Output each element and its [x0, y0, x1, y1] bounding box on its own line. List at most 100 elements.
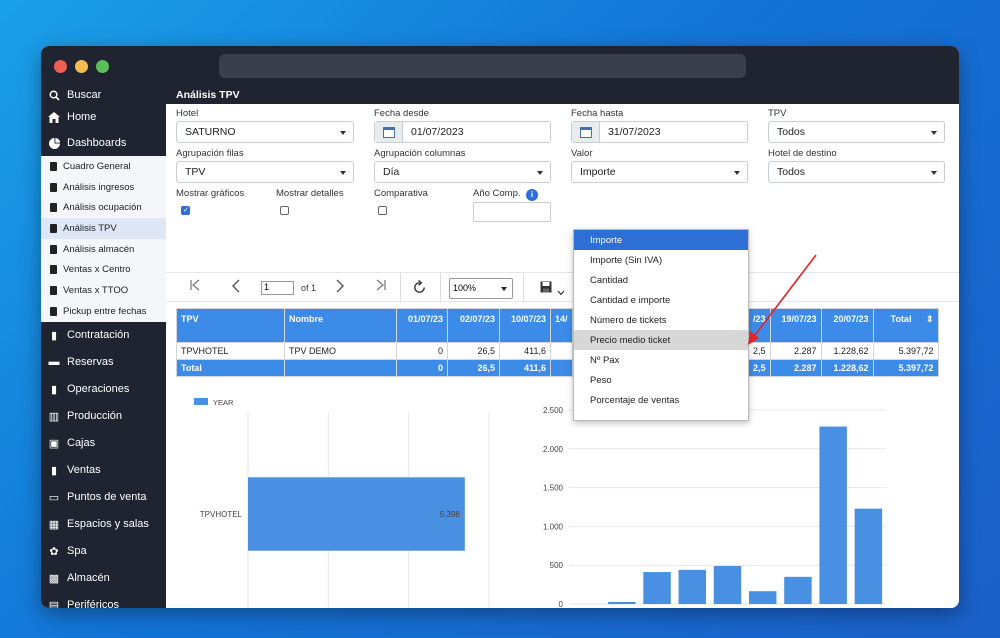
- dropdown-option-importe[interactable]: Importe: [574, 230, 748, 250]
- sidebar-subitem-label: Cuadro General: [63, 160, 131, 172]
- table-header[interactable]: TPV: [176, 308, 285, 343]
- valor-dropdown-menu: Importe Importe (Sin IVA) Cantidad Canti…: [573, 229, 749, 421]
- cell-nombre: TPV DEMO: [284, 342, 397, 360]
- next-page-icon[interactable]: [336, 279, 344, 296]
- calendar-icon[interactable]: [375, 122, 403, 142]
- y-tick-label: 1.500: [543, 484, 564, 493]
- sidebar-item-contratacion[interactable]: ▮ Contratación: [41, 322, 166, 349]
- table-header[interactable]: 10/07/23: [499, 308, 551, 343]
- sidebar-subitem-analisis-almacen[interactable]: Análisis almacén: [41, 239, 166, 260]
- toolbar-divider: [400, 273, 401, 303]
- sidebar-item-home[interactable]: Home: [41, 104, 166, 130]
- fecha-desde-input[interactable]: 01/07/2023: [374, 121, 551, 143]
- hotel-destino-select[interactable]: Todos: [768, 161, 945, 183]
- data-label: 5.398: [440, 510, 461, 519]
- dropdown-option-peso[interactable]: Peso: [574, 370, 748, 390]
- dropdown-option-n-pax[interactable]: Nº Pax: [574, 350, 748, 370]
- clipboard-icon: ▮: [50, 383, 58, 396]
- sidebar-item-espacios-salas[interactable]: ▦ Espacios y salas: [41, 511, 166, 538]
- sidebar-item-label: Cajas: [67, 437, 96, 449]
- mostrar-graficos-checkbox[interactable]: [181, 206, 190, 215]
- bar: [678, 569, 707, 604]
- chevron-down-icon: [340, 131, 346, 135]
- prev-page-icon[interactable]: [232, 279, 240, 296]
- legend-label: YEAR: [213, 398, 234, 407]
- sidebar-subitem-pickup[interactable]: Pickup entre fechas: [41, 301, 166, 322]
- maximize-window-button[interactable]: [96, 60, 109, 73]
- sidebar-item-spa[interactable]: ✿ Spa: [41, 538, 166, 565]
- zoom-select[interactable]: 100%: [449, 278, 513, 299]
- sidebar-subitem-ventas-ttoo[interactable]: Ventas x TTOO: [41, 280, 166, 301]
- hotel-select[interactable]: SATURNO: [176, 121, 354, 143]
- sidebar-subitem-analisis-ocupacion[interactable]: Análisis ocupación: [41, 197, 166, 218]
- cell-tpv: TPVHOTEL: [176, 342, 285, 360]
- info-icon[interactable]: i: [526, 189, 538, 201]
- anio-comp-input[interactable]: [473, 202, 551, 222]
- sidebar-subitem-cuadro-general[interactable]: Cuadro General: [41, 156, 166, 177]
- dropdown-option-cantidad-importe[interactable]: Cantidad e importe: [574, 290, 748, 310]
- minimize-window-button[interactable]: [75, 60, 88, 73]
- cash-icon: ▣: [48, 437, 60, 450]
- page-number-input[interactable]: 1: [261, 281, 294, 295]
- sidebar-item-label: Espacios y salas: [67, 518, 149, 530]
- cell-value: 2.287: [769, 359, 822, 377]
- sidebar-subitem-label: Ventas x TTOO: [63, 284, 129, 296]
- document-icon: [49, 223, 57, 233]
- dropdown-option-precio-medio-ticket[interactable]: Precio medio ticket: [574, 330, 748, 350]
- sidebar-item-reservas[interactable]: ▬ Reservas: [41, 349, 166, 376]
- sidebar-subitem-analisis-ingresos[interactable]: Análisis ingresos: [41, 177, 166, 198]
- agrup-filas-select[interactable]: TPV: [176, 161, 354, 183]
- sidebar-item-almacen[interactable]: ▩ Almacén: [41, 565, 166, 592]
- address-bar[interactable]: [219, 54, 746, 78]
- table-header[interactable]: 01/07/23: [396, 308, 448, 343]
- dropdown-option-cantidad[interactable]: Cantidad: [574, 270, 748, 290]
- calendar-icon[interactable]: [572, 122, 600, 142]
- agrup-columnas-label: Agrupación columnas: [374, 148, 466, 159]
- first-page-icon[interactable]: [190, 279, 200, 294]
- sidebar-item-cajas[interactable]: ▣ Cajas: [41, 430, 166, 457]
- sidebar-search[interactable]: Buscar: [41, 86, 166, 104]
- table-header-total[interactable]: Total ⇕: [872, 308, 939, 343]
- bar: [643, 572, 671, 604]
- sidebar-item-operaciones[interactable]: ▮ Operaciones: [41, 376, 166, 403]
- zoom-value: 100%: [453, 283, 477, 293]
- valor-select[interactable]: Importe: [571, 161, 748, 183]
- sidebar-item-dashboards[interactable]: Dashboards: [41, 130, 166, 156]
- cell-value: [550, 359, 573, 377]
- chevron-down-icon[interactable]: [557, 284, 565, 299]
- cell-value: 0: [396, 359, 448, 377]
- sidebar-item-puntos-venta[interactable]: ▭ Puntos de venta: [41, 484, 166, 511]
- agrup-columnas-select[interactable]: Día: [374, 161, 551, 183]
- dropdown-option-numero-tickets[interactable]: Número de tickets: [574, 310, 748, 330]
- sidebar-subitem-label: Pickup entre fechas: [63, 305, 147, 317]
- sort-icon[interactable]: ⇕: [926, 314, 934, 324]
- table-header[interactable]: Nombre: [284, 308, 397, 343]
- tpv-select[interactable]: Todos: [768, 121, 945, 143]
- table-header[interactable]: 14/: [550, 308, 573, 343]
- dropdown-option-porcentaje-ventas[interactable]: Porcentaje de ventas: [574, 390, 748, 410]
- sidebar-subitem-ventas-centro[interactable]: Ventas x Centro: [41, 259, 166, 280]
- sidebar-item-perifericos[interactable]: ▤ Periféricos: [41, 592, 166, 608]
- hotel-destino-label: Hotel de destino: [768, 148, 837, 159]
- sidebar-item-ventas[interactable]: ▮ Ventas: [41, 457, 166, 484]
- mostrar-graficos-label: Mostrar gráficos: [176, 188, 245, 199]
- close-window-button[interactable]: [54, 60, 67, 73]
- last-page-icon[interactable]: [376, 279, 386, 294]
- cell-value: 26,5: [447, 342, 500, 360]
- table-header[interactable]: 20/07/23: [820, 308, 874, 343]
- save-icon[interactable]: [540, 281, 552, 296]
- table-header[interactable]: 02/07/23: [447, 308, 500, 343]
- cell-total: 5.397,72: [872, 342, 939, 360]
- comparativa-checkbox[interactable]: [378, 206, 387, 215]
- chevron-down-icon: [340, 171, 346, 175]
- sidebar-item-produccion[interactable]: ▥ Producción: [41, 403, 166, 430]
- fecha-hasta-input[interactable]: 31/07/2023: [571, 121, 748, 143]
- sidebar: Buscar Home Dashboards Cuadro General An…: [41, 86, 166, 608]
- sidebar-subitem-analisis-tpv[interactable]: Análisis TPV: [41, 218, 166, 239]
- sidebar-item-label: Dashboards: [67, 137, 127, 149]
- cell-value: 26,5: [447, 359, 500, 377]
- refresh-icon[interactable]: [412, 279, 427, 298]
- dropdown-option-importe-sin-iva[interactable]: Importe (Sin IVA): [574, 250, 748, 270]
- fecha-desde-value: 01/07/2023: [411, 126, 464, 138]
- mostrar-detalles-checkbox[interactable]: [280, 206, 289, 215]
